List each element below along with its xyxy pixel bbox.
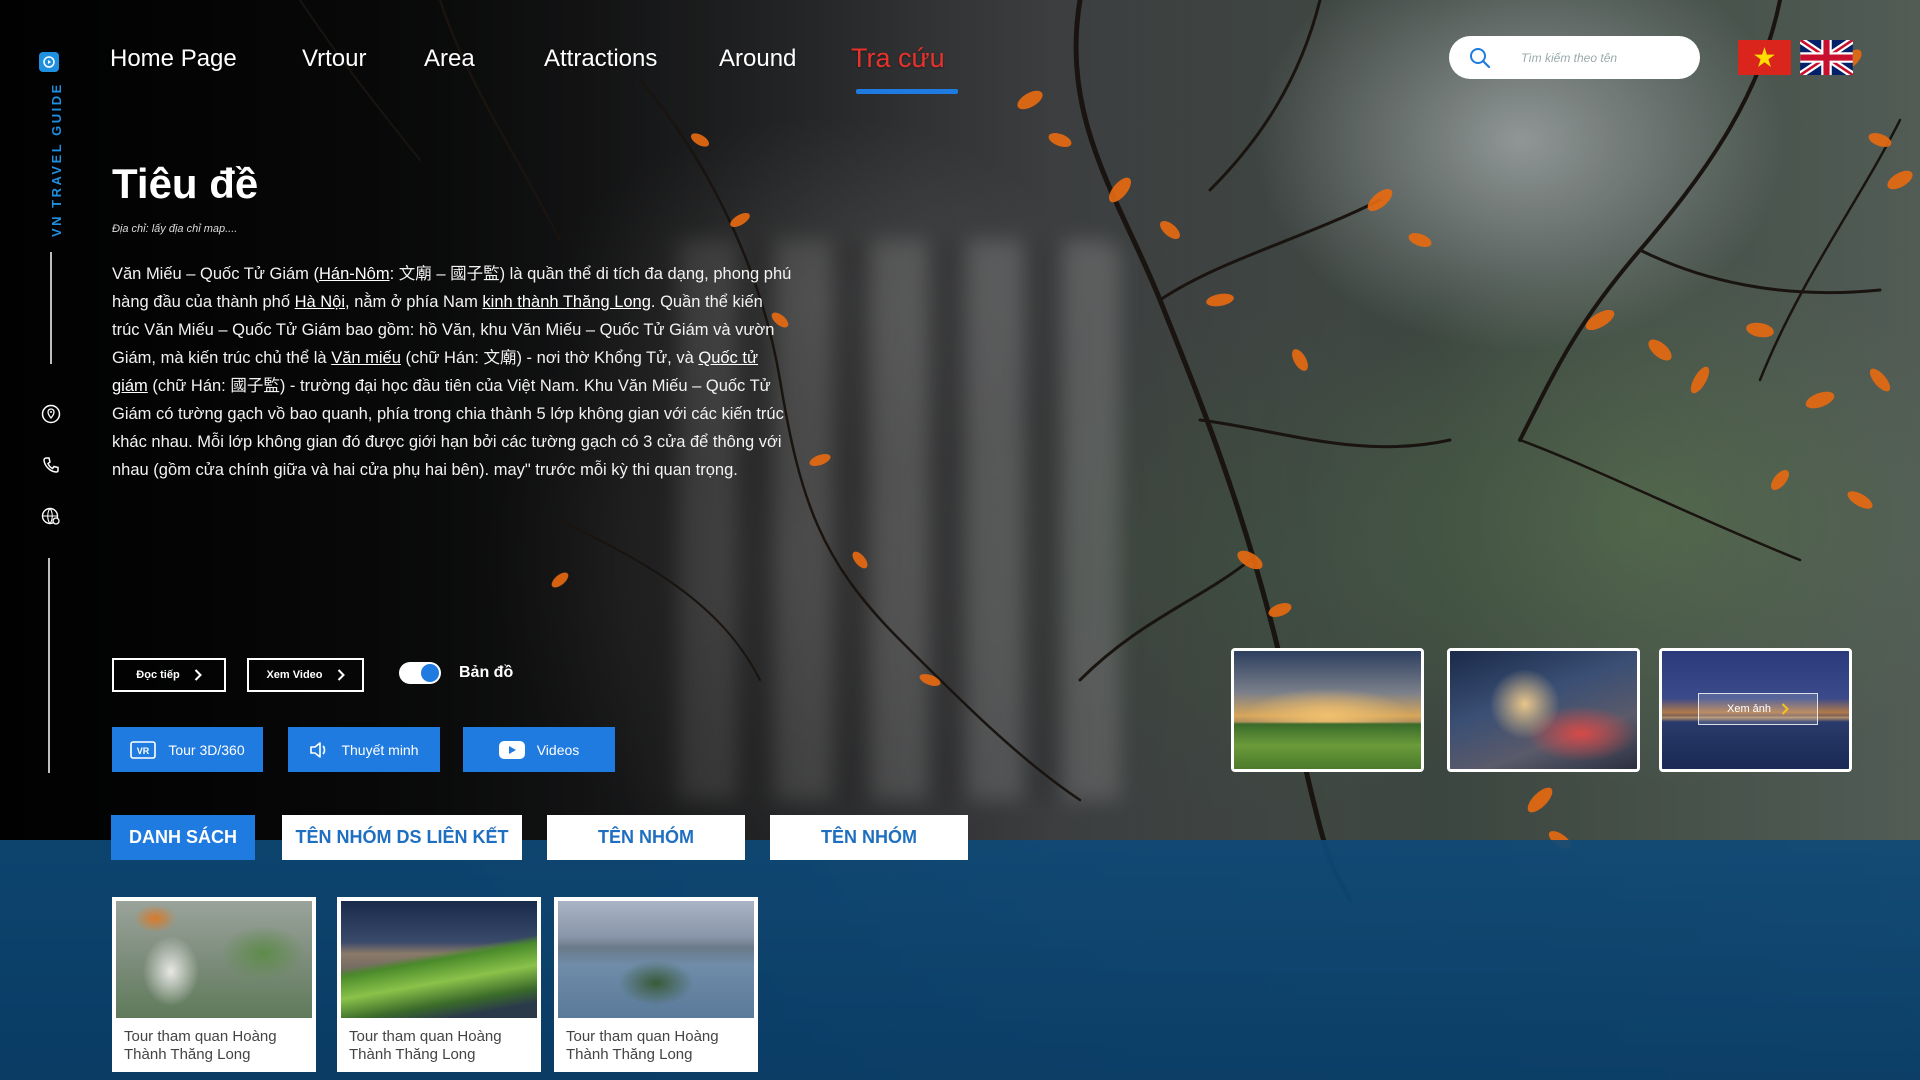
tab-group-1[interactable]: TÊN NHÓM [547, 815, 745, 860]
videos-button[interactable]: Videos [463, 727, 615, 772]
gallery-thumbnail[interactable] [1231, 648, 1424, 772]
watch-video-button[interactable]: Xem Video [247, 658, 364, 692]
view-images-button[interactable]: Xem ảnh [1698, 693, 1818, 725]
search-icon[interactable] [1469, 47, 1491, 69]
card-image-square-night [341, 901, 537, 1018]
left-rail: VN TRAVEL GUIDE [0, 0, 100, 1080]
watch-video-label: Xem Video [266, 669, 323, 681]
brand-logo-icon[interactable] [39, 52, 59, 72]
narration-label: Thuyết minh [341, 741, 419, 758]
tab-group-2[interactable]: TÊN NHÓM [770, 815, 968, 860]
map-toggle-switch[interactable] [399, 662, 441, 684]
chevron-right-icon [337, 669, 345, 681]
chevron-right-icon [1781, 703, 1789, 715]
map-toggle[interactable]: Bản đồ [399, 662, 513, 684]
description-segment: , nằm ở phía Nam [345, 293, 483, 311]
tab-linked-group[interactable]: TÊN NHÓM DS LIÊN KẾT [282, 815, 522, 860]
link-van-mieu[interactable]: Văn miếu [331, 349, 401, 367]
page-title: Tiêu đề [112, 160, 259, 207]
chevron-right-icon [194, 669, 202, 681]
location-pin-icon[interactable] [40, 403, 62, 425]
link-han-nom[interactable]: Hán-Nôm [319, 265, 390, 283]
read-more-button[interactable]: Đọc tiếp [112, 658, 226, 692]
search-input[interactable] [1519, 49, 1693, 66]
nav-item-vrtour[interactable]: Vrtour [302, 45, 366, 73]
card-title: Tour tham quan Hoàng Thành Thăng Long [566, 1028, 719, 1063]
nav-item-attractions[interactable]: Attractions [544, 45, 657, 73]
search-box [1449, 36, 1700, 79]
card-image-west-lake [558, 901, 754, 1018]
nav-item-area[interactable]: Area [424, 45, 475, 73]
description-segment: Văn Miếu – Quốc Tử Giám ( [112, 265, 319, 283]
card-title: Tour tham quan Hoàng Thành Thăng Long [124, 1028, 277, 1063]
card-title: Tour tham quan Hoàng Thành Thăng Long [349, 1028, 502, 1063]
active-nav-indicator [856, 89, 958, 94]
view-images-label: Xem ảnh [1726, 703, 1772, 715]
nav-item-tra-cuu[interactable]: Tra cứu [851, 43, 945, 74]
videos-label: Videos [536, 741, 580, 758]
link-kinh-thanh-thang-long[interactable]: kinh thành Thăng Long [482, 293, 651, 311]
tour-3d-label: Tour 3D/360 [168, 741, 245, 758]
nav-item-around[interactable]: Around [719, 45, 796, 73]
gallery-thumbnail[interactable]: Xem ảnh [1659, 648, 1852, 772]
address-text: Địa chỉ: lấy địa chỉ map.... [112, 223, 238, 235]
link-ha-noi[interactable]: Hà Nội [295, 293, 345, 311]
tab-danh-sach[interactable]: DANH SÁCH [111, 815, 255, 860]
narration-button[interactable]: Thuyết minh [288, 727, 440, 772]
svg-text:VR: VR [137, 746, 150, 756]
youtube-icon [498, 740, 525, 759]
speaker-icon [310, 741, 326, 758]
rail-divider-top [50, 252, 52, 364]
flag-vietnam-icon[interactable] [1738, 40, 1791, 75]
description-segment: (chữ Hán: 國子監) - trường đại học đầu tiên… [112, 377, 784, 479]
phone-icon[interactable] [40, 454, 62, 476]
description-segment: (chữ Hán: 文廟) - nơi thờ Khổng Tử, và [400, 349, 699, 367]
globe-pin-icon[interactable] [40, 505, 62, 527]
map-toggle-label: Bản đồ [459, 664, 514, 681]
toggle-knob [421, 664, 439, 682]
rail-divider-bottom [48, 558, 50, 773]
vr-icon: VR [130, 740, 157, 759]
tour-3d-button[interactable]: VR Tour 3D/360 [112, 727, 263, 772]
tour-card[interactable]: Tour tham quan Hoàng Thành Thăng Long [337, 897, 541, 1072]
tour-card[interactable]: Tour tham quan Hoàng Thành Thăng Long [112, 897, 316, 1072]
tour-card[interactable]: Tour tham quan Hoàng Thành Thăng Long [554, 897, 758, 1072]
description-text: Văn Miếu – Quốc Tử Giám (Hán-Nôm: 文廟 – 國… [112, 260, 792, 484]
card-image-turtle-tower [116, 901, 312, 1018]
nav-item-home[interactable]: Home Page [110, 45, 237, 73]
read-more-label: Đọc tiếp [136, 669, 180, 681]
flag-uk-icon[interactable] [1800, 40, 1853, 75]
gallery-thumbnail[interactable] [1447, 648, 1640, 772]
opera-house-photo [1450, 651, 1637, 769]
mausoleum-photo [1234, 651, 1421, 769]
brand-name: VN TRAVEL GUIDE [49, 82, 64, 237]
